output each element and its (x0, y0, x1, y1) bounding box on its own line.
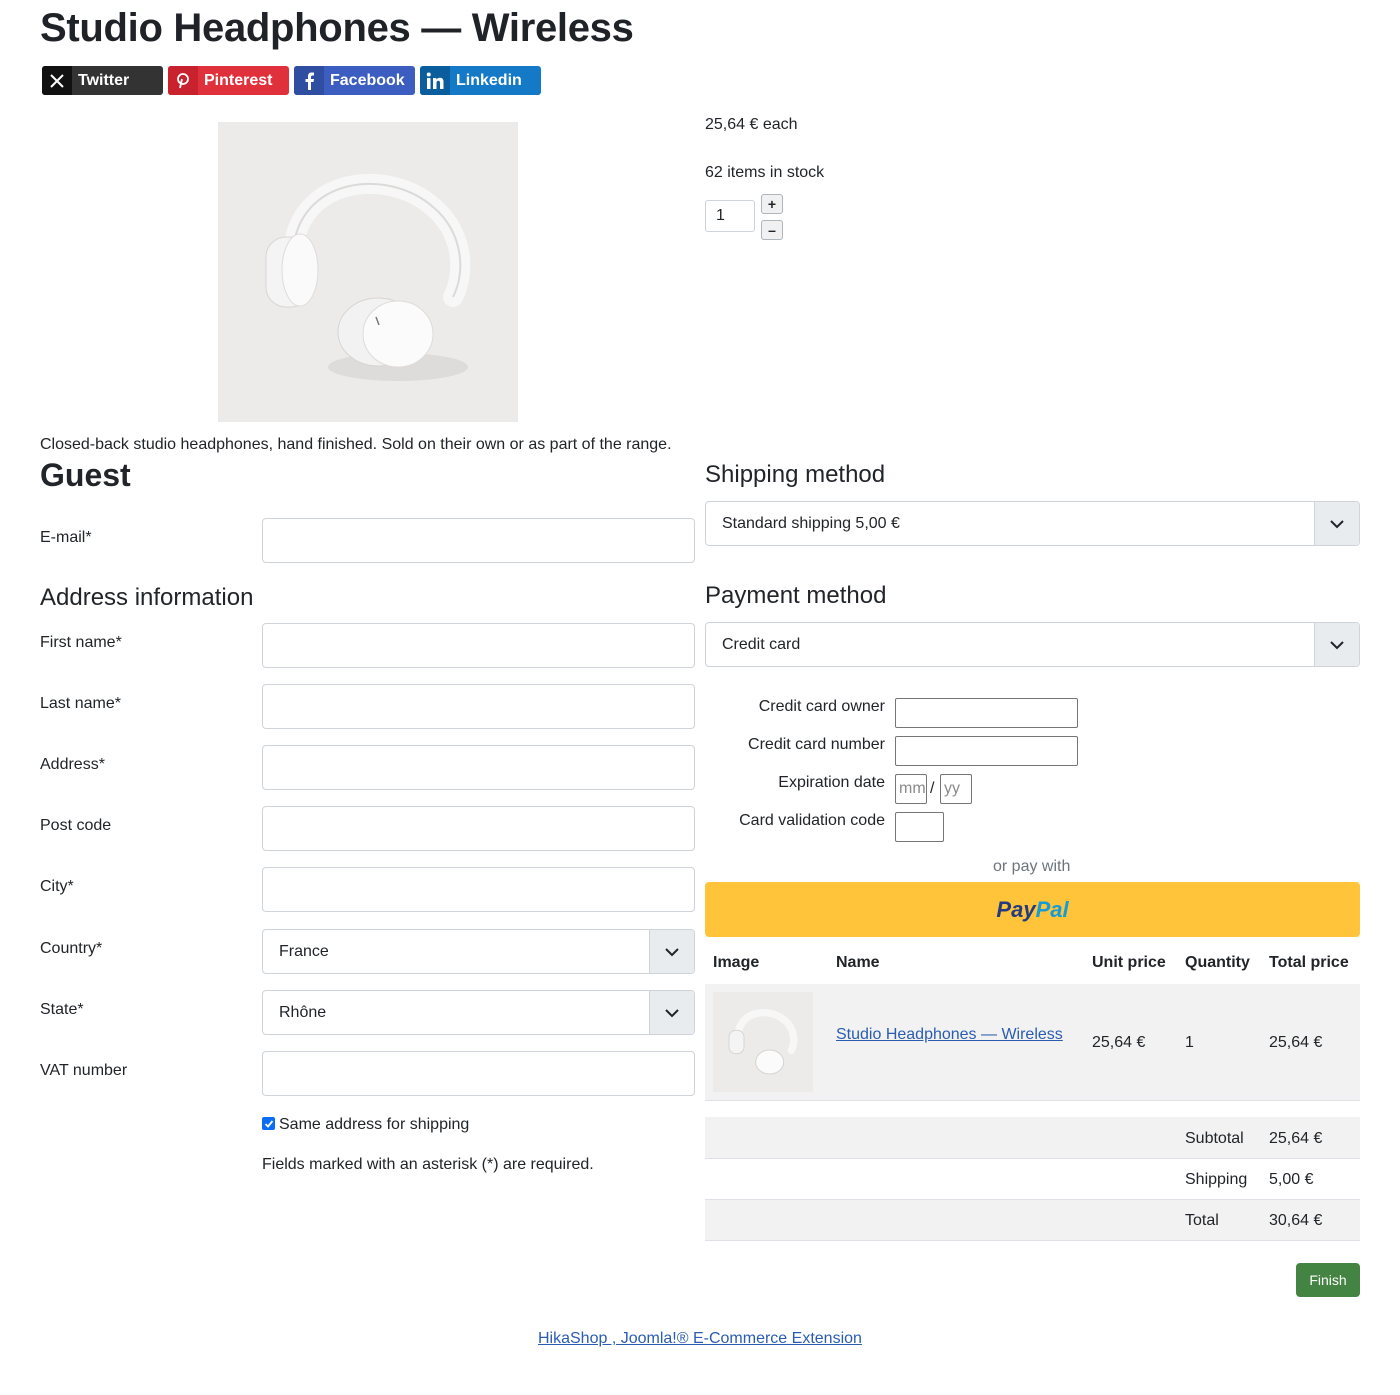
finish-button[interactable]: Finish (1296, 1263, 1360, 1297)
same-address-label[interactable]: Same address for shipping (279, 1116, 469, 1134)
total-value: 30,64 € (1269, 1212, 1323, 1229)
address-label: Address* (40, 756, 105, 773)
col-header-quantity: Quantity (1185, 954, 1250, 971)
share-label: Facebook (330, 71, 405, 89)
cc-owner-input[interactable] (895, 698, 1078, 728)
country-value: France (279, 942, 329, 960)
subtotal-label: Subtotal (1185, 1130, 1244, 1147)
paypal-button[interactable]: Pay Pal (705, 882, 1360, 937)
cvc-label: Card validation code (739, 812, 885, 829)
price-each: 25,64 € each (705, 116, 798, 133)
exp-month-input[interactable]: mm (895, 774, 927, 804)
cart-item-image[interactable] (713, 992, 813, 1092)
post-code-field[interactable] (262, 806, 695, 851)
quantity-plus-button[interactable]: + (761, 194, 783, 214)
chevron-down-icon (649, 991, 694, 1034)
chevron-down-icon (1314, 502, 1359, 545)
paypal-logo-pal: Pal (1035, 896, 1069, 922)
shipping-value: 5,00 € (1269, 1171, 1314, 1188)
product-description: Closed-back studio headphones, hand fini… (40, 436, 672, 453)
vat-label: VAT number (40, 1062, 128, 1079)
col-header-name: Name (836, 954, 880, 971)
subtotal-value: 25,64 € (1269, 1130, 1323, 1147)
total-label: Total (1185, 1212, 1219, 1229)
first-name-label: First name* (40, 634, 122, 651)
col-header-image: Image (713, 954, 760, 971)
share-pinterest-button[interactable]: Pinterest (168, 66, 289, 95)
city-field[interactable] (262, 867, 695, 912)
or-pay-with: or pay with (993, 858, 1071, 875)
share-label: Pinterest (204, 71, 273, 89)
country-select[interactable]: France (262, 929, 695, 974)
facebook-icon (294, 66, 324, 95)
email-field[interactable] (262, 518, 695, 563)
required-note: Fields marked with an asterisk (*) are r… (262, 1156, 594, 1173)
state-select[interactable]: Rhône (262, 990, 695, 1035)
x-logo-icon (42, 66, 72, 95)
product-image[interactable] (218, 122, 518, 422)
table-row (705, 1200, 1360, 1241)
cart-item-total: 25,64 € (1269, 1034, 1323, 1051)
quantity-input[interactable]: 1 (705, 200, 755, 232)
share-label: Linkedin (456, 71, 522, 89)
country-label: Country* (40, 940, 103, 957)
shipping-heading: Shipping method (705, 461, 886, 488)
col-header-total-price: Total price (1269, 954, 1349, 971)
payment-select[interactable]: Credit card (705, 622, 1360, 667)
cvc-input[interactable] (895, 812, 944, 842)
shipping-label: Shipping (1185, 1171, 1248, 1188)
table-row (705, 1117, 1360, 1159)
shipping-value: Standard shipping 5,00 € (722, 514, 900, 532)
linkedin-icon (420, 66, 450, 95)
exp-separator: / (930, 780, 935, 797)
state-label: State* (40, 1001, 84, 1018)
cc-number-label: Credit card number (748, 736, 885, 753)
shipping-select[interactable]: Standard shipping 5,00 € (705, 501, 1360, 546)
vat-field[interactable] (262, 1051, 695, 1096)
payment-heading: Payment method (705, 582, 887, 609)
paypal-logo-pay: Pay (996, 896, 1036, 922)
page-title: Studio Headphones — Wireless (40, 6, 634, 50)
same-address-checkbox[interactable] (262, 1117, 275, 1130)
email-label: E-mail* (40, 529, 92, 546)
address-field[interactable] (262, 745, 695, 790)
table-row (705, 1159, 1360, 1200)
share-linkedin-button[interactable]: Linkedin (420, 66, 541, 95)
chevron-down-icon (1314, 623, 1359, 666)
last-name-field[interactable] (262, 684, 695, 729)
footer-link[interactable]: HikaShop , Joomla!® E-Commerce Extension (538, 1330, 862, 1348)
cc-number-input[interactable] (895, 736, 1078, 766)
guest-heading: Guest (40, 457, 131, 493)
last-name-label: Last name* (40, 695, 121, 712)
city-label: City* (40, 878, 74, 895)
state-value: Rhône (279, 1003, 327, 1021)
stock-count: 62 items in stock (705, 164, 825, 181)
chevron-down-icon (649, 930, 694, 973)
address-heading: Address information (40, 584, 254, 611)
cart-item-name-link[interactable]: Studio Headphones — Wireless (836, 1026, 1063, 1044)
first-name-field[interactable] (262, 623, 695, 668)
quantity-minus-button[interactable]: – (761, 220, 783, 240)
cart-item-quantity: 1 (1185, 1034, 1194, 1051)
cc-owner-label: Credit card owner (758, 698, 885, 715)
post-code-label: Post code (40, 817, 112, 834)
payment-value: Credit card (722, 635, 801, 653)
share-label: Twitter (78, 71, 130, 89)
share-facebook-button[interactable]: Facebook (294, 66, 415, 95)
expiration-label: Expiration date (778, 774, 885, 791)
pinterest-icon (168, 66, 198, 95)
share-twitter-button[interactable]: Twitter (42, 66, 163, 95)
exp-year-input[interactable]: yy (940, 774, 972, 804)
cart-item-unit-price: 25,64 € (1092, 1034, 1146, 1051)
col-header-unit-price: Unit price (1092, 954, 1166, 971)
